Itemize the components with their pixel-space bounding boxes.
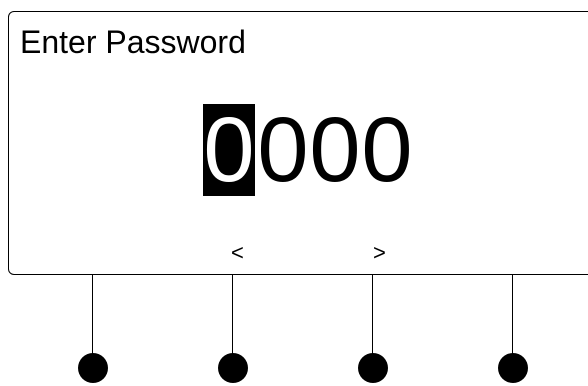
password-digit-4[interactable]: 0 <box>361 104 413 196</box>
password-digit-3[interactable]: 0 <box>309 104 361 196</box>
nav-right-label: > <box>373 240 386 265</box>
password-entry: 0 0 0 0 <box>203 104 413 196</box>
softkey-1-leader-line <box>92 275 93 363</box>
page-title: Enter Password <box>20 24 246 60</box>
password-digit-1[interactable]: 0 <box>203 104 255 196</box>
softkey-3-leader-line <box>372 275 373 363</box>
lcd-screen: Enter Password 0 0 0 0 < > <box>8 11 588 275</box>
softkey-4-leader-line <box>512 275 513 363</box>
nav-left-label: < <box>231 240 244 265</box>
softkey-4-dot[interactable] <box>498 353 528 383</box>
softkey-2-leader-line <box>232 275 233 363</box>
softkey-1-dot[interactable] <box>78 353 108 383</box>
softkey-3-dot[interactable] <box>358 353 388 383</box>
softkey-2-dot[interactable] <box>218 353 248 383</box>
password-digit-2[interactable]: 0 <box>257 104 309 196</box>
